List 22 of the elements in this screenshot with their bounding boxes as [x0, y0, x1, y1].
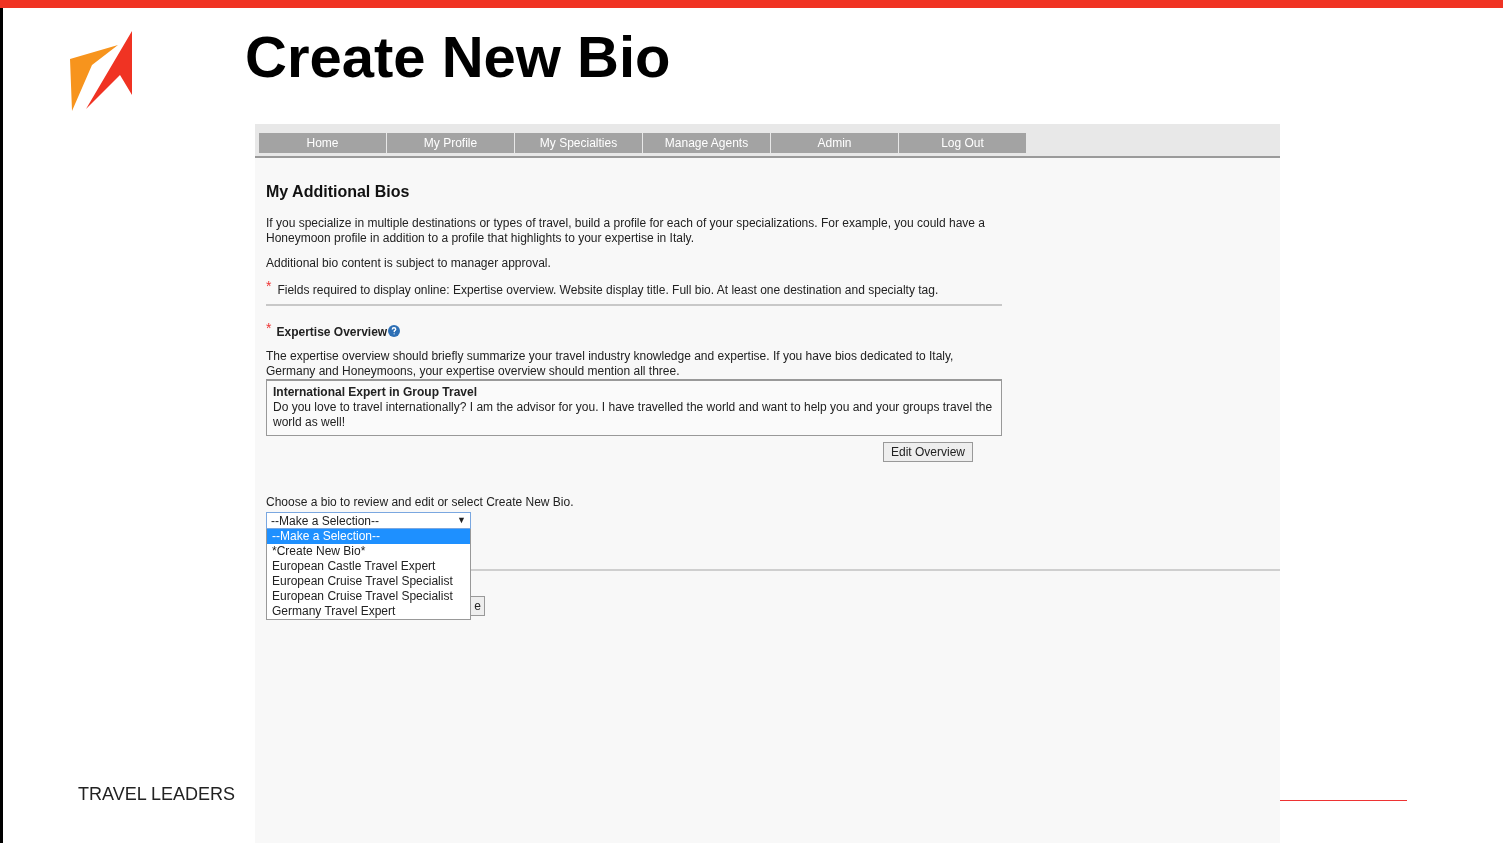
field-label: Expertise Overview — [276, 325, 388, 340]
dropdown-option[interactable]: *Create New Bio* — [267, 544, 470, 559]
intro-text: If you specialize in multiple destinations or types of travel, build a profile for each of your specializations. For example, you could have a Honeymoon profile in addition to a profile that highlights to your expertise in Italy. — [266, 216, 987, 246]
overview-title: International Expert in Group Travel — [273, 385, 479, 400]
required-marker: * — [266, 322, 272, 334]
approval-note: Additional bio content is subject to manager approval. — [266, 256, 552, 271]
field-description: The expertise overview should briefly summarize your travel industry knowledge and expertise. If you have bios dedicated to Italy, Germany and Honeymoons, your expertise overview should mention all three. — [266, 349, 955, 379]
dropdown-option[interactable]: European Cruise Travel Specialist — [267, 574, 470, 589]
logo-icon — [70, 31, 132, 113]
overview-text: Do you love to travel internationally? I am the advisor for you. I have travelled the world and want to help you and your groups travel the world as well! — [273, 400, 994, 430]
section-heading: My Additional Bios — [266, 182, 411, 202]
footer-brand: TRAVEL LEADERS — [78, 783, 236, 805]
chooser-prompt: Choose a bio to review and edit or select Create New Bio. — [266, 495, 575, 510]
required-note: Fields required to display online: Expertise overview. Website display title. Full bio. At least one destination and specialty tag. — [277, 283, 939, 298]
dropdown-option[interactable]: Germany Travel Expert — [267, 604, 470, 619]
bio-select[interactable]: --Make a Selection-- ▼ — [266, 512, 471, 529]
slide-title: Create New Bio — [245, 23, 671, 91]
dropdown-option[interactable]: European Castle Travel Expert — [267, 559, 470, 574]
edit-overview-button[interactable]: Edit Overview — [882, 442, 973, 462]
dropdown-option[interactable]: European Cruise Travel Specialist — [267, 589, 470, 604]
required-marker: * — [266, 280, 272, 292]
help-icon[interactable] — [388, 325, 401, 337]
